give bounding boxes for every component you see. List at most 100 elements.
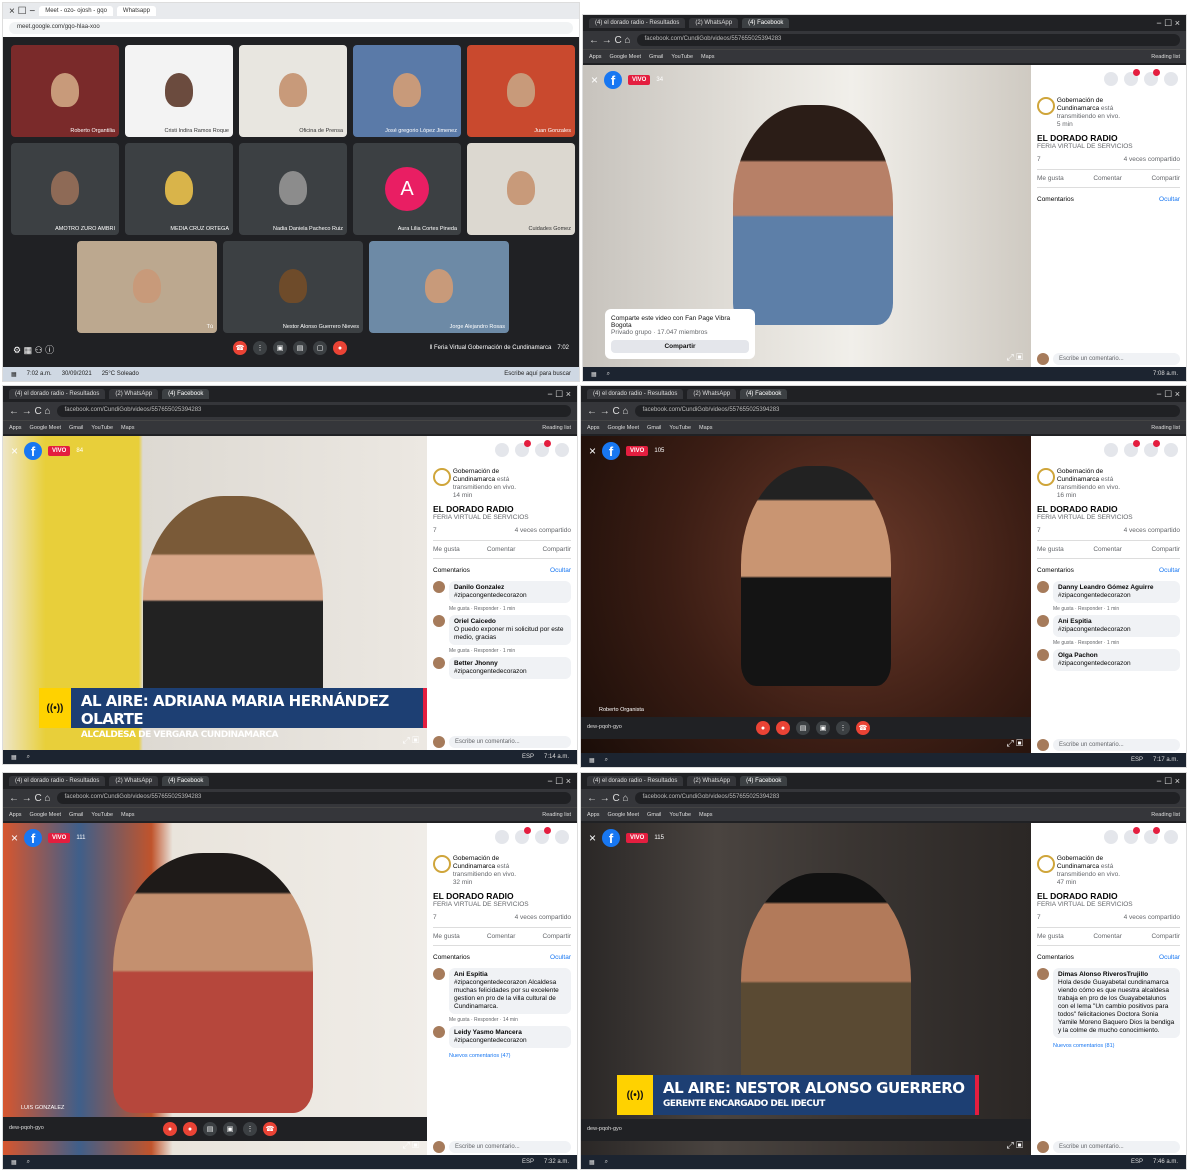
windows-start-icon[interactable]: ▦ — [11, 1159, 17, 1166]
bookmark-apps[interactable]: Apps — [587, 812, 600, 818]
tab-facebook[interactable]: (4) Facebook — [742, 18, 790, 28]
nav-buttons[interactable]: ← → C ⌂ — [587, 406, 629, 417]
end-call-button[interactable]: ☎ — [233, 341, 247, 355]
reading-list[interactable]: Reading list — [542, 812, 571, 818]
close-icon[interactable]: × — [589, 444, 596, 458]
hide-comments-link[interactable]: Ocultar — [1159, 954, 1180, 961]
bell-icon[interactable] — [535, 440, 551, 457]
window-controls[interactable]: − ☐ × — [547, 776, 571, 787]
window-controls[interactable]: − ☐ × — [547, 389, 571, 400]
page-avatar[interactable] — [1037, 468, 1055, 486]
tab-search-results[interactable]: (4) el dorado radio - Resultados — [9, 389, 106, 399]
close-icon[interactable]: × — [11, 831, 18, 845]
page-name[interactable]: Gobernación de Cundinamarca — [453, 855, 499, 870]
bookmark-meet[interactable]: Google Meet — [608, 812, 640, 818]
page-avatar[interactable] — [1037, 97, 1055, 115]
reading-list[interactable]: Reading list — [542, 425, 571, 431]
reading-list[interactable]: Reading list — [1151, 425, 1180, 431]
search-icon[interactable]: ⌕ — [27, 754, 30, 761]
tab-meet[interactable]: Meet - ozo- ojosh - gqo — [39, 6, 113, 16]
search-icon[interactable]: ⌕ — [605, 757, 608, 764]
like-button[interactable]: Me gusta — [1037, 546, 1064, 553]
share-action-button[interactable]: Compartir — [1151, 933, 1180, 940]
close-icon[interactable]: × — [11, 444, 18, 458]
taskbar-search[interactable]: Escribe aquí para buscar — [504, 371, 571, 377]
hide-comments-link[interactable]: Ocultar — [1159, 567, 1180, 574]
share-action-button[interactable]: Compartir — [1151, 175, 1180, 182]
nav-buttons[interactable]: ← → C ⌂ — [9, 406, 51, 417]
menu-icon[interactable] — [495, 443, 509, 457]
mic-off-icon[interactable]: ● — [333, 341, 347, 355]
bookmark-meet[interactable]: Google Meet — [610, 54, 642, 60]
bookmark-maps[interactable]: Maps — [121, 812, 134, 818]
bookmark-youtube[interactable]: YouTube — [669, 812, 691, 818]
hide-comments-link[interactable]: Ocultar — [1159, 196, 1180, 203]
hide-comments-link[interactable]: Ocultar — [550, 567, 571, 574]
nav-buttons[interactable]: ← → C ⌂ — [589, 35, 631, 46]
share-action-button[interactable]: Compartir — [1151, 546, 1180, 553]
page-name[interactable]: Gobernación de Cundinamarca — [453, 468, 499, 483]
page-avatar[interactable] — [433, 855, 451, 873]
tab-search-results[interactable]: (4) el dorado radio - Resultados — [587, 776, 684, 786]
end-call-button[interactable]: ☎ — [263, 1122, 277, 1136]
search-icon[interactable]: ⌕ — [605, 1159, 608, 1166]
bookmark-apps[interactable]: Apps — [9, 812, 22, 818]
page-name[interactable]: Gobernación de Cundinamarca — [1057, 97, 1103, 112]
bookmark-gmail[interactable]: Gmail — [69, 425, 83, 431]
comment-button[interactable]: Comentar — [487, 933, 516, 940]
video-player[interactable]: × f VIVO 111 LUIS GONZALEZ dew-pqoh-gyo … — [3, 823, 427, 1155]
bookmark-gmail[interactable]: Gmail — [647, 425, 661, 431]
windows-start-icon[interactable]: ▦ — [589, 757, 595, 764]
bookmark-youtube[interactable]: YouTube — [671, 54, 693, 60]
share-count[interactable]: 4 veces compartido — [1124, 156, 1180, 163]
tab-whatsapp[interactable]: (2) WhatsApp — [109, 776, 159, 786]
bookmark-meet[interactable]: Google Meet — [608, 425, 640, 431]
menu-icon[interactable] — [1104, 72, 1118, 86]
new-comments-pill[interactable]: Nuevos comentarios (47) — [427, 1051, 577, 1061]
window-controls[interactable]: × ☐ − — [9, 6, 35, 17]
more-options-icon[interactable]: ⋮ — [253, 341, 267, 355]
url-field[interactable]: facebook.com/CundiGob/videos/55765502539… — [56, 405, 571, 417]
more-options-icon[interactable]: ⋮ — [243, 1122, 257, 1136]
video-player[interactable]: × f VIVO 105 Roberto Organista dew-pqoh-… — [581, 436, 1031, 753]
menu-icon[interactable] — [1104, 830, 1118, 844]
page-avatar[interactable] — [1037, 855, 1055, 873]
comment-button[interactable]: Comentar — [487, 546, 516, 553]
present-icon[interactable]: ▣ — [273, 341, 287, 355]
reaction-count[interactable]: 7 — [1037, 156, 1041, 163]
bookmark-maps[interactable]: Maps — [699, 812, 712, 818]
share-button[interactable]: Compartir — [611, 340, 749, 353]
tab-whatsapp[interactable]: (2) WhatsApp — [689, 18, 739, 28]
tab-search-results[interactable]: (4) el dorado radio - Resultados — [589, 18, 686, 28]
comment-button[interactable]: Comentar — [1093, 933, 1122, 940]
share-count[interactable]: 4 veces compartido — [515, 914, 571, 921]
player-controls[interactable]: ⤢ ▣ — [402, 1140, 419, 1151]
comment-input[interactable]: Escribe un comentario... — [1053, 353, 1180, 365]
tab-search-results[interactable]: (4) el dorado radio - Resultados — [587, 389, 684, 399]
reaction-count[interactable]: 7 — [1037, 527, 1041, 534]
mic-off-icon[interactable]: ● — [756, 721, 770, 735]
bell-icon[interactable] — [535, 827, 551, 844]
url-field[interactable]: facebook.com/CundiGob/videos/55765502539… — [636, 34, 1180, 46]
meet-side-icons[interactable]: ⚙ ▦ ⚇ ⓘ — [13, 343, 54, 356]
meet-url[interactable]: meet.google.com/gqo-hlaa-xoo — [9, 22, 573, 34]
tab-whatsapp[interactable]: (2) WhatsApp — [687, 389, 737, 399]
search-icon[interactable]: ⌕ — [607, 371, 610, 378]
windows-start-icon[interactable]: ▦ — [11, 754, 17, 761]
page-name[interactable]: Gobernación de Cundinamarca — [1057, 468, 1103, 483]
nav-buttons[interactable]: ← → C ⌂ — [9, 793, 51, 804]
video-player[interactable]: × f VIVO 115 ((•)) AL AIRE: NESTOR ALONS… — [581, 823, 1031, 1155]
bell-icon[interactable] — [1144, 440, 1160, 457]
present-icon[interactable]: ▣ — [816, 721, 830, 735]
like-button[interactable]: Me gusta — [433, 546, 460, 553]
like-button[interactable]: Me gusta — [1037, 933, 1064, 940]
camera-icon[interactable]: ▢ — [313, 341, 327, 355]
bookmark-apps[interactable]: Apps — [589, 54, 602, 60]
reaction-count[interactable]: 7 — [433, 914, 437, 921]
bookmark-maps[interactable]: Maps — [121, 425, 134, 431]
account-icon[interactable] — [1164, 443, 1178, 457]
captions-icon[interactable]: ▤ — [293, 341, 307, 355]
tab-whatsapp[interactable]: (2) WhatsApp — [687, 776, 737, 786]
tab-facebook[interactable]: (4) Facebook — [740, 389, 788, 399]
close-icon[interactable]: × — [589, 831, 596, 845]
